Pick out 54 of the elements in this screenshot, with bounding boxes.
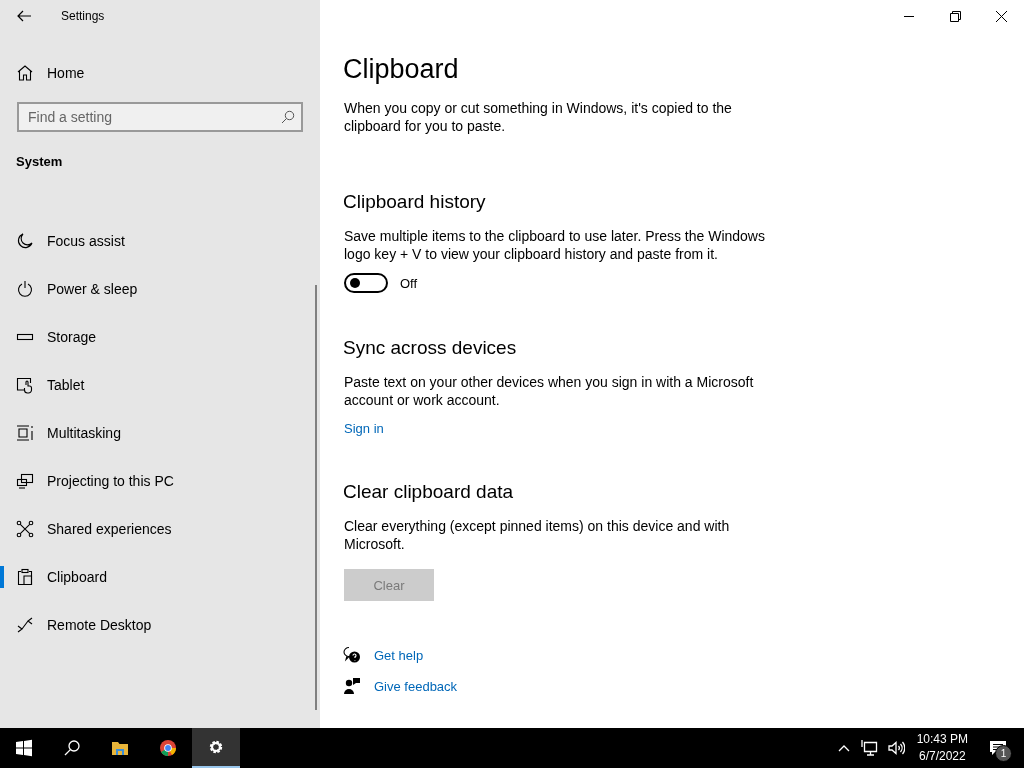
close-icon (995, 10, 1007, 22)
gear-icon (207, 738, 225, 756)
notification-count: 1 (995, 745, 1012, 762)
sidebar-item[interactable]: Multitasking (0, 409, 320, 457)
power-icon (16, 280, 34, 298)
page-title: Clipboard (343, 54, 460, 85)
sidebar-item[interactable]: Projecting to this PC (0, 457, 320, 505)
home-link[interactable]: Home (16, 56, 320, 90)
sidebar-item[interactable]: Storage (0, 313, 320, 361)
home-icon (16, 64, 34, 82)
sign-in-link[interactable]: Sign in (344, 421, 384, 436)
monitor-icon (16, 472, 34, 490)
taskbar-app[interactable] (192, 728, 240, 768)
section-heading: Clear clipboard data (343, 481, 515, 503)
search-field[interactable]: Find a setting (17, 102, 303, 132)
network-icon[interactable] (860, 739, 879, 757)
sidebar-item[interactable]: Clipboard (0, 553, 320, 601)
description-text: Clear everything (except pinned items) on this device and with Microsoft. (344, 517, 731, 553)
remote-desktop-icon (16, 616, 34, 634)
clipboard-icon (16, 568, 34, 586)
browser-icon (159, 739, 177, 757)
search-icon (281, 110, 295, 124)
description-text: Paste text on your other devices when you sign in with a Microsoft account or work account. (344, 373, 755, 409)
clock-date[interactable]: 6/7/2022 (918, 748, 966, 765)
search-icon (63, 739, 81, 757)
section-heading: System (16, 154, 64, 169)
window-title: Settings (61, 9, 105, 23)
help-icon (343, 646, 361, 664)
clock-time[interactable]: 10:43 PM (916, 731, 968, 748)
sidebar-item[interactable]: Tablet (0, 361, 320, 409)
speaker-icon[interactable] (886, 739, 905, 757)
network-icon (16, 520, 34, 538)
description-text: Save multiple items to the clipboard to use later. Press the Windows logo key + V to view your clipboard history and paste from it. (344, 227, 766, 263)
help-link[interactable]: Get help (374, 647, 424, 663)
toggle-switch[interactable] (344, 273, 388, 293)
section-heading: Clipboard history (343, 191, 487, 213)
section-heading: Sync across devices (343, 337, 518, 359)
sidebar-item[interactable]: Power & sleep (0, 265, 320, 313)
notification-button[interactable]: 1 (978, 728, 1018, 768)
toggle-label: Off (400, 275, 418, 291)
tablet-icon (16, 376, 34, 394)
moon-icon (16, 232, 34, 250)
sidebar-item[interactable]: Focus assist (0, 217, 320, 265)
feedback-icon (343, 677, 361, 695)
scrollbar[interactable] (315, 285, 317, 710)
restore-icon (949, 10, 961, 22)
sidebar-item[interactable]: Shared experiences (0, 505, 320, 553)
windows-icon (15, 739, 33, 757)
help-link[interactable]: Give feedback (374, 678, 458, 694)
sidebar-item[interactable]: Remote Desktop (0, 601, 320, 649)
description-text: When you copy or cut something in Windows, it's copied to the clipboard for you to paste. (344, 99, 733, 135)
multitasking-icon (16, 424, 34, 442)
back-arrow-icon (16, 8, 32, 24)
folder-icon (111, 739, 129, 757)
